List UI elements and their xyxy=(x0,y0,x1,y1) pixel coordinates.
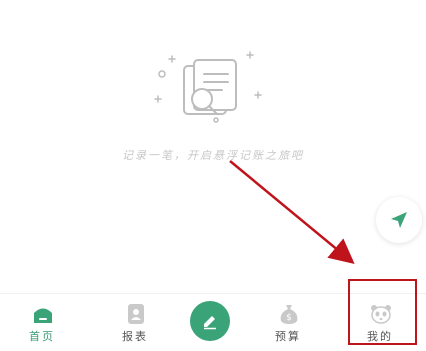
svg-text:$: $ xyxy=(286,313,292,323)
tab-budget-label: 预算 xyxy=(275,330,301,343)
tab-report-label: 报表 xyxy=(122,330,148,343)
tab-home-label: 首页 xyxy=(29,330,55,343)
budget-icon: $ xyxy=(278,303,300,325)
tab-home[interactable]: 首页 xyxy=(7,294,77,351)
empty-state-illustration xyxy=(150,48,268,128)
tab-budget[interactable]: $ 预算 xyxy=(253,294,323,351)
tab-mine-label: 我的 xyxy=(367,330,393,343)
document-search-icon xyxy=(154,51,262,123)
panda-icon xyxy=(370,303,392,325)
tab-mine[interactable]: 我的 xyxy=(345,294,415,351)
add-record-button[interactable] xyxy=(190,301,230,341)
pencil-icon xyxy=(204,316,216,330)
report-icon xyxy=(125,303,147,325)
tab-report[interactable]: 报表 xyxy=(100,294,170,351)
send-arrow-icon xyxy=(391,212,407,228)
empty-state-message: 记录一笔，开启悬浮记账之旅吧 xyxy=(122,149,304,162)
navigate-fab[interactable] xyxy=(376,197,422,243)
home-icon xyxy=(32,303,54,325)
